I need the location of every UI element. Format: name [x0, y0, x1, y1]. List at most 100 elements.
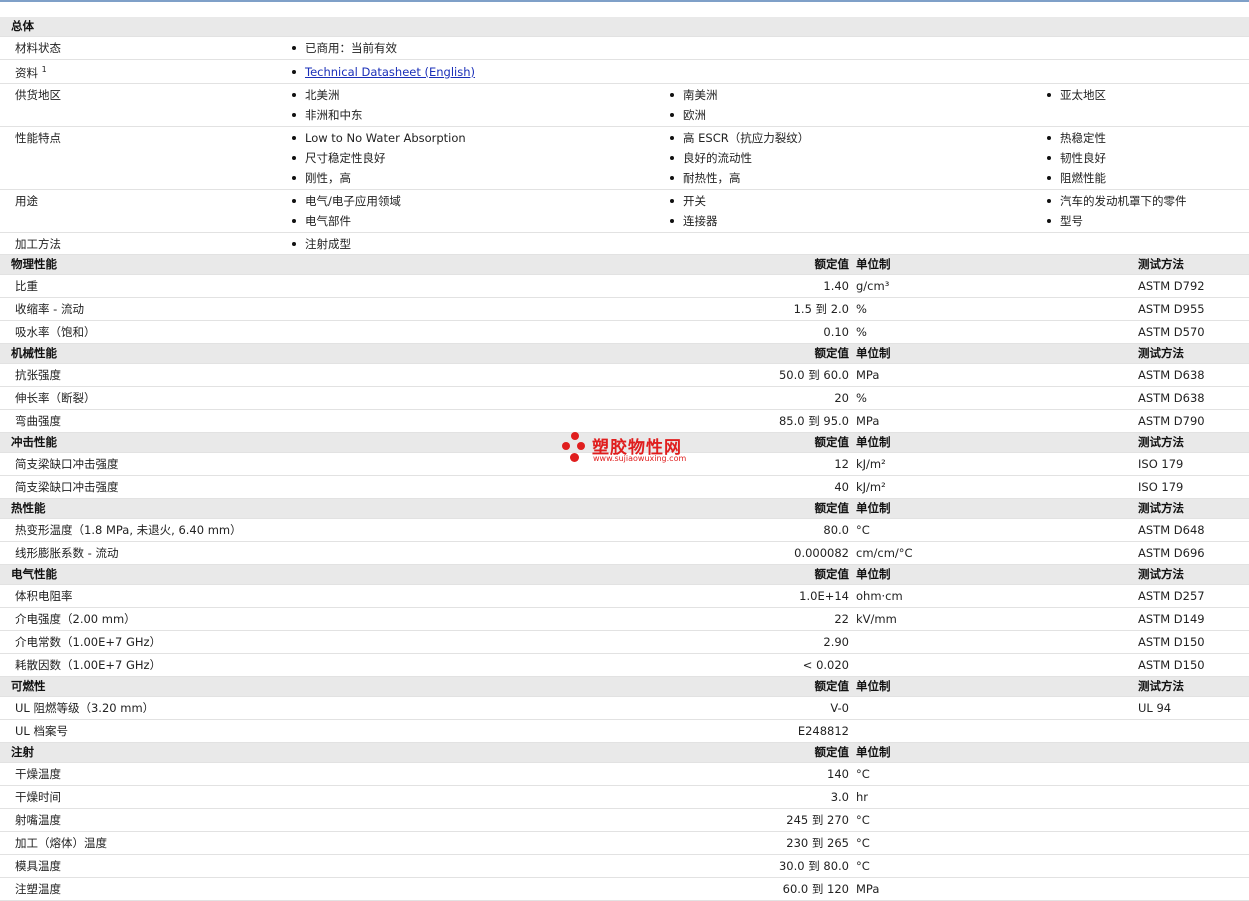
- row-processing: 加工方法 注射成型: [0, 233, 1249, 255]
- property-row: 简支梁缺口冲击强度 40 kJ/m² ISO 179: [0, 476, 1249, 499]
- column-header-method: 测试方法: [1138, 435, 1184, 449]
- list-item: 高 ESCR（抗应力裂纹）: [668, 128, 809, 148]
- property-unit: °C: [856, 813, 870, 827]
- property-row: 热变形温度（1.8 MPa, 未退火, 6.40 mm） 80.0 °C ASTM D…: [0, 519, 1249, 542]
- property-name: 弯曲强度: [15, 414, 61, 428]
- test-method: UL 94: [1138, 701, 1172, 715]
- row-label: 资料 1: [15, 65, 47, 80]
- test-method: ASTM D150: [1138, 635, 1205, 649]
- property-unit: °C: [856, 767, 870, 781]
- section-title: 物理性能: [11, 257, 57, 271]
- test-method: ISO 179: [1138, 480, 1184, 494]
- list-item: 欧洲: [668, 105, 706, 125]
- property-name: 介电常数（1.00E+7 GHz）: [15, 635, 162, 649]
- property-row: 抗张强度 50.0 到 60.0 MPa ASTM D638: [0, 364, 1249, 387]
- logo-dot: [577, 442, 585, 450]
- property-row: 模具温度 30.0 到 80.0 °C: [0, 855, 1249, 878]
- list-item: 耐热性，高: [668, 168, 741, 188]
- row-material-status: 材料状态 已商用：当前有效: [0, 37, 1249, 60]
- list-item: 连接器: [668, 211, 718, 231]
- list-item: 热稳定性: [1045, 128, 1106, 148]
- property-row: UL 阻燃等级（3.20 mm） V-0 UL 94: [0, 697, 1249, 720]
- section-title: 总体: [11, 19, 34, 33]
- top-border: [0, 0, 1249, 2]
- property-unit: °C: [856, 523, 870, 537]
- test-method: ASTM D792: [1138, 279, 1205, 293]
- property-row: 收缩率 - 流动 1.5 到 2.0% ASTM D955: [0, 298, 1249, 321]
- property-value: 0.10: [823, 325, 849, 339]
- list-item: 汽车的发动机罩下的零件: [1045, 191, 1187, 211]
- test-method: ASTM D696: [1138, 546, 1205, 560]
- property-unit: %: [856, 325, 867, 339]
- property-row: 干燥时间 3.0 hr: [0, 786, 1249, 809]
- property-row: 注塑温度 60.0 到 120 MPa: [0, 878, 1249, 901]
- list-item: 良好的流动性: [668, 148, 752, 168]
- list-item: 尺寸稳定性良好: [290, 148, 386, 168]
- section-title: 可燃性: [11, 679, 46, 693]
- column-header-method: 测试方法: [1138, 679, 1184, 693]
- section-header: 电气性能 额定值 单位制 测试方法: [0, 565, 1249, 585]
- section-header: 机械性能 额定值 单位制 测试方法: [0, 344, 1249, 364]
- property-name: 干燥温度: [15, 767, 61, 781]
- column-header-nominal: 额定值: [814, 567, 850, 581]
- section-title: 热性能: [11, 501, 46, 515]
- column-header-nominal: 额定值: [814, 346, 850, 360]
- list-item: 型号: [1045, 211, 1083, 231]
- property-unit: ohm·cm: [856, 589, 903, 603]
- section-header: 注射 额定值 单位制: [0, 743, 1249, 763]
- property-value: 40: [834, 480, 849, 494]
- property-row: 线形膨胀系数 - 流动 0.000082 cm/cm/°C ASTM D696: [0, 542, 1249, 565]
- list-item: 注射成型: [290, 234, 351, 254]
- column-header-nominal: 额定值: [814, 745, 850, 759]
- section-header: 物理性能 额定值 单位制 测试方法: [0, 255, 1249, 275]
- column-header-nominal: 额定值: [814, 679, 850, 693]
- property-name: 抗张强度: [15, 368, 61, 382]
- property-row: 耗散因数（1.00E+7 GHz） < 0.020 ASTM D150: [0, 654, 1249, 677]
- property-unit: MPa: [856, 368, 880, 382]
- property-name: 模具温度: [15, 859, 61, 873]
- column-header-unit: 单位制: [856, 745, 891, 759]
- property-name: 伸长率（断裂）: [15, 391, 96, 405]
- datasheet-link[interactable]: Technical Datasheet (English): [305, 65, 475, 79]
- section-title: 冲击性能: [11, 435, 57, 449]
- property-value: 2.90: [823, 635, 849, 649]
- property-value: 50.0 到 60.0: [778, 368, 849, 382]
- property-unit: kJ/m²: [856, 457, 886, 471]
- property-name: 体积电阻率: [15, 589, 73, 603]
- property-row: 干燥温度 140 °C: [0, 763, 1249, 786]
- row-label: 加工方法: [15, 237, 61, 251]
- property-value: 1.0E+14: [799, 589, 849, 603]
- property-name: 耗散因数（1.00E+7 GHz）: [15, 658, 162, 672]
- column-header-unit: 单位制: [856, 346, 891, 360]
- property-sections: 物理性能 额定值 单位制 测试方法 比重 1.40 g/cm³ ASTM D792 收缩率 - …: [0, 255, 1249, 901]
- property-name: 收缩率 - 流动: [15, 302, 84, 316]
- property-name: UL 阻燃等级（3.20 mm）: [15, 701, 155, 715]
- section-title: 机械性能: [11, 346, 57, 360]
- property-value: 230 到 265: [786, 836, 849, 850]
- column-header-unit: 单位制: [856, 679, 891, 693]
- list-item: 电气部件: [290, 211, 351, 231]
- property-row: 介电强度（2.00 mm） 22 kV/mm ASTM D149: [0, 608, 1249, 631]
- list-item: 非洲和中东: [290, 105, 363, 125]
- test-method: ASTM D955: [1138, 302, 1205, 316]
- list-item: 韧性良好: [1045, 148, 1106, 168]
- column-header-unit: 单位制: [856, 257, 891, 271]
- row-regions: 供货地区 北美洲 南美洲 亚太地区 非洲和中东 欧洲: [0, 84, 1249, 127]
- property-unit: °C: [856, 836, 870, 850]
- property-value: 1.5 到 2.0: [793, 302, 849, 316]
- column-header-unit: 单位制: [856, 567, 891, 581]
- list-item: 南美洲: [668, 85, 718, 105]
- property-row: 吸水率（饱和） 0.10% ASTM D570: [0, 321, 1249, 344]
- property-unit: kJ/m²: [856, 480, 886, 494]
- column-header-nominal: 额定值: [814, 435, 850, 449]
- property-value: V-0: [830, 701, 849, 715]
- section-header: 可燃性 额定值 单位制 测试方法: [0, 677, 1249, 697]
- column-header-nominal: 额定值: [814, 501, 850, 515]
- property-value: 1.40: [823, 279, 849, 293]
- row-documents: 资料 1 Technical Datasheet (English): [0, 60, 1249, 84]
- list-item: Low to No Water Absorption: [290, 128, 466, 148]
- property-unit: %: [856, 302, 867, 316]
- property-name: 射嘴温度: [15, 813, 61, 827]
- list-item: 开关: [668, 191, 706, 211]
- column-header-method: 测试方法: [1138, 567, 1184, 581]
